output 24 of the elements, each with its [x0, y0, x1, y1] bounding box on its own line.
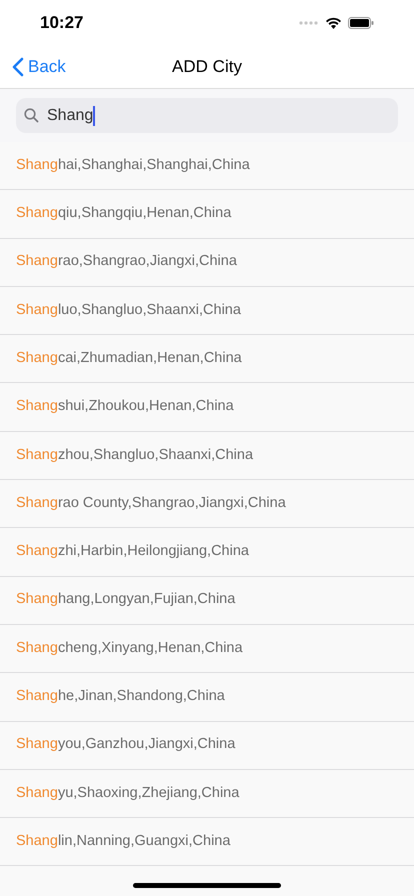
search-icon — [24, 108, 39, 123]
signal-icon — [299, 20, 319, 24]
back-button[interactable]: Back — [0, 54, 66, 80]
page-title: ADD City — [172, 56, 242, 78]
city-result[interactable]: Shangshui,Zhoukou,Henan,China — [16, 396, 234, 418]
status-time: 10:27 — [40, 12, 84, 34]
city-result[interactable]: Shangyu,Shaoxing,Zhejiang,China — [16, 782, 240, 804]
chevron-left-icon — [12, 56, 24, 76]
city-result[interactable]: Shangcai,Zhumadian,Henan,China — [16, 348, 242, 370]
city-result[interactable]: Shangzhou,Shangluo,Shaanxi,China — [16, 444, 254, 466]
city-result[interactable]: Shangzhi,Harbin,Heilongjiang,China — [16, 541, 249, 563]
wifi-icon — [325, 16, 342, 28]
city-result[interactable]: Shangcheng,Xinyang,Henan,China — [16, 638, 243, 660]
city-result[interactable]: Shanglin,Nanning,Guangxi,China — [16, 830, 230, 853]
city-result[interactable]: Shanghai,Shanghai,Shanghai,China — [16, 154, 250, 177]
city-result[interactable]: Shangluo,Shangluo,Shaanxi,China — [16, 300, 241, 322]
battery-icon — [348, 16, 374, 28]
city-result[interactable]: Shanghang,Longyan,Fujian,China — [16, 589, 236, 612]
search-field[interactable]: Shang — [16, 98, 398, 133]
city-result[interactable]: Shangrao,Shangrao,Jiangxi,China — [16, 251, 237, 274]
city-result[interactable]: Shangqiu,Shangqiu,Henan,China — [16, 203, 232, 225]
city-result[interactable]: Shanghe,Jinan,Shandong,China — [16, 686, 225, 708]
city-result[interactable]: Shangyou,Ganzhou,Jiangxi,China — [16, 734, 236, 756]
city-result[interactable]: Shangrao County,Shangrao,Jiangxi,China — [16, 492, 286, 515]
